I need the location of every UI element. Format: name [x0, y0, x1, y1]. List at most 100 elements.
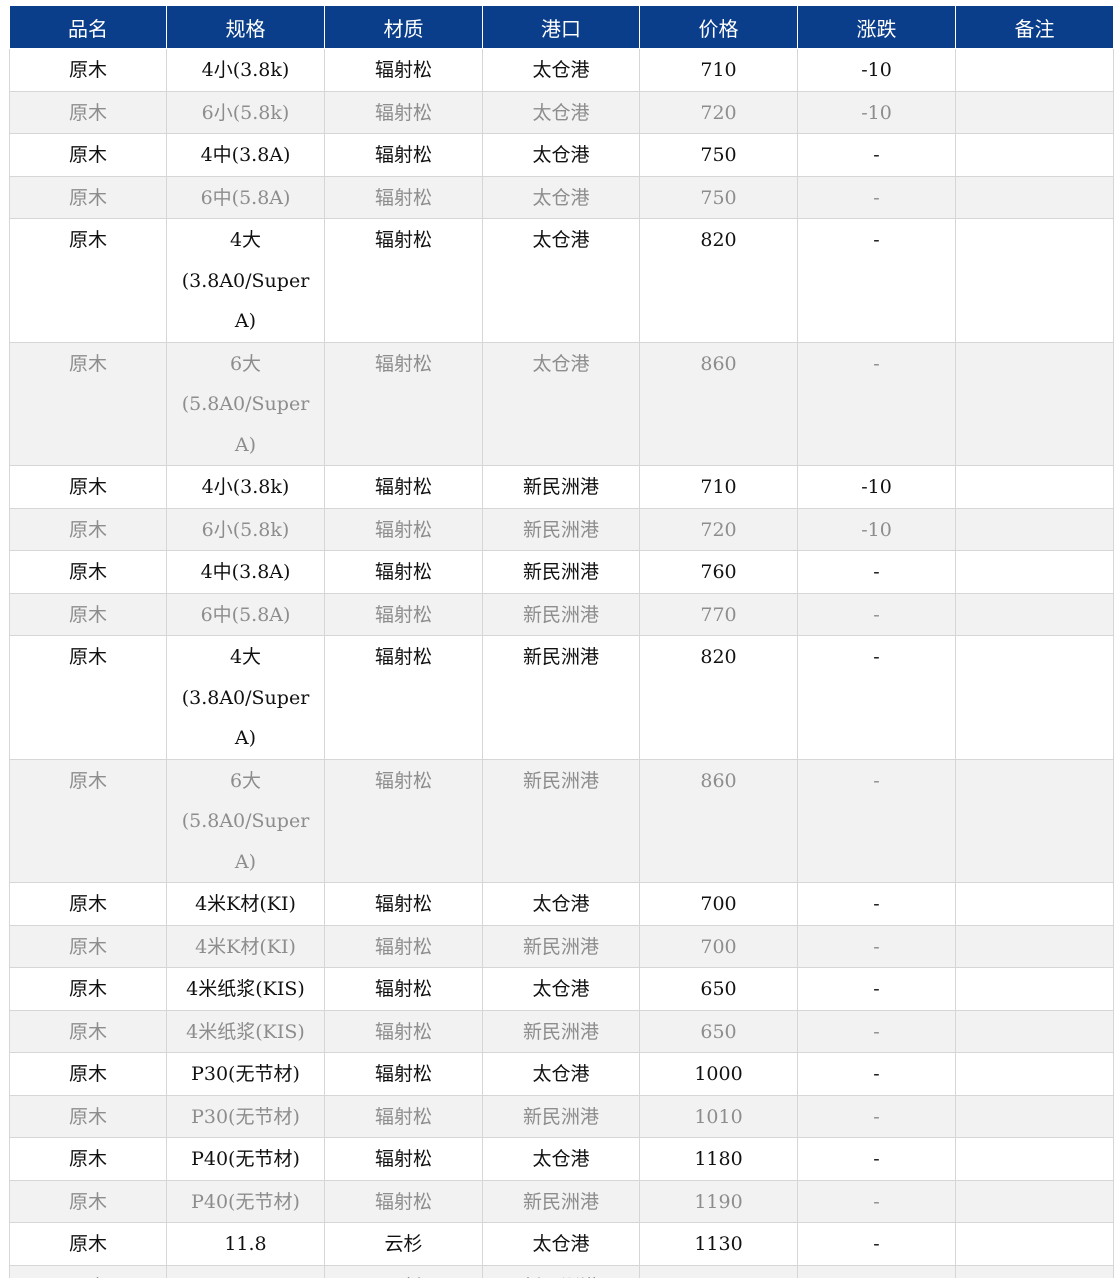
- cell-note: [955, 1009, 1114, 1053]
- cell-change: -: [797, 175, 956, 219]
- cell-port: 太仓港: [482, 218, 640, 343]
- cell-spec: 6大 (5.8A0/Super A): [166, 758, 325, 883]
- cell-note: [955, 1052, 1114, 1096]
- cell-port: 新民洲港: [482, 465, 640, 509]
- cell-spec: 4小(3.8k): [166, 48, 325, 92]
- cell-name: 原木: [9, 924, 167, 968]
- cell-port: 新民洲港: [482, 550, 640, 594]
- cell-material: 辐射松: [324, 48, 483, 92]
- cell-spec: 4中(3.8A): [166, 550, 325, 594]
- table-row: 原木 4小(3.8k) 辐射松 太仓港 710 -10: [9, 48, 1114, 92]
- cell-name: 原木: [9, 218, 167, 343]
- cell-change: -: [797, 1137, 956, 1181]
- table-row: 原木 6大 (5.8A0/Super A) 辐射松 太仓港 860-: [9, 341, 1114, 466]
- cell-name: 原木: [9, 1264, 167, 1278]
- header-cell-change: 涨跌: [797, 5, 956, 49]
- header-cell-material: 材质: [324, 5, 483, 49]
- cell-change: -: [797, 1264, 956, 1278]
- table-row: 原木 11.8 云杉 太仓港 1130-: [9, 1222, 1114, 1266]
- cell-price: 710: [639, 48, 798, 92]
- price-table: 品名 规格 材质 港口 价格 涨跌 备注 原木 4小(3.8k) 辐射松 太仓港 710…: [9, 5, 1114, 1278]
- spec-line: 6大: [229, 352, 262, 375]
- cell-note: [955, 1264, 1114, 1278]
- cell-change: -: [797, 1179, 956, 1223]
- cell-name: 原木: [9, 758, 167, 883]
- cell-name: 原木: [9, 882, 167, 926]
- spec-line: 4大: [229, 229, 262, 251]
- spec-line: 11.8: [173, 1267, 318, 1278]
- cell-name: 原木: [9, 1052, 167, 1096]
- cell-price: 860: [639, 341, 798, 466]
- spec-line: 4米纸浆(KIS): [186, 1020, 305, 1043]
- spec-line: 6小(5.8k): [201, 101, 290, 124]
- table-row: 原木 11.8 云杉新民洲港1130-: [9, 1264, 1114, 1278]
- cell-note: [955, 218, 1114, 343]
- header-row: 品名 规格 材质 港口 价格 涨跌 备注: [9, 5, 1114, 49]
- cell-name: 原木: [9, 175, 167, 219]
- cell-material: 辐射松: [324, 175, 483, 219]
- table-row: 原木 6小(5.8k) 辐射松 太仓港 720 -10: [9, 90, 1114, 134]
- table-body: 原木 4小(3.8k) 辐射松 太仓港 710 -10 原木 6小(5.8k) 辐射松 太仓港 72…: [9, 48, 1114, 1278]
- cell-port: 太仓港: [482, 1052, 640, 1096]
- cell-name: 原木: [9, 48, 167, 92]
- cell-change: -: [797, 635, 956, 760]
- cell-port: 新民洲港: [482, 592, 640, 636]
- cell-change: -: [797, 592, 956, 636]
- cell-note: [955, 48, 1114, 92]
- cell-material: 辐射松: [324, 1137, 483, 1181]
- cell-note: [955, 90, 1114, 134]
- table-row: 原木 P40(无节材) 辐射松 太仓港 1180-: [9, 1137, 1114, 1181]
- cell-note: [955, 550, 1114, 594]
- cell-port: 新民洲港: [482, 635, 640, 760]
- cell-port: 太仓港: [482, 1137, 640, 1181]
- cell-port: 太仓港: [482, 133, 640, 177]
- cell-price: 700: [639, 882, 798, 926]
- spec-line: 6中(5.8A): [200, 603, 291, 626]
- cell-spec: 11.8: [166, 1222, 325, 1266]
- spec-line: 6中(5.8A): [200, 186, 291, 209]
- table-row: 原木 4中(3.8A) 辐射松 新民洲港 760-: [9, 550, 1114, 594]
- cell-change: -: [797, 1009, 956, 1053]
- spec-line: 4中(3.8A): [200, 561, 291, 583]
- header-cell-price: 价格: [639, 5, 798, 49]
- cell-material: 辐射松: [324, 465, 483, 509]
- spec-line: 11.8: [224, 1233, 267, 1255]
- cell-spec: 6中(5.8A): [166, 592, 325, 636]
- table-row: 原木 4大 (3.8A0/Super A) 辐射松 新民洲港 820-: [9, 635, 1114, 760]
- cell-price: 820: [639, 218, 798, 343]
- cell-note: [955, 882, 1114, 926]
- cell-material: 辐射松: [324, 550, 483, 594]
- cell-spec: 6中(5.8A): [166, 175, 325, 219]
- cell-material: 辐射松: [324, 758, 483, 883]
- spec-line: P40(无节材): [191, 1148, 300, 1170]
- table-row: 原木 4米纸浆(KIS) 辐射松 太仓港 650-: [9, 967, 1114, 1011]
- table-row: 原木 4大 (3.8A0/Super A) 辐射松 太仓港 820-: [9, 218, 1114, 343]
- cell-change: -: [797, 1052, 956, 1096]
- cell-name: 原木: [9, 507, 167, 551]
- cell-name: 原木: [9, 90, 167, 134]
- cell-material: 云杉: [324, 1264, 483, 1278]
- cell-spec: P40(无节材): [166, 1137, 325, 1181]
- header-cell-spec: 规格: [166, 5, 325, 49]
- spec-line: (3.8A0/Super: [181, 686, 310, 709]
- spec-line: A): [234, 727, 257, 749]
- cell-spec: 4米K材(KI): [166, 924, 325, 968]
- cell-material: 辐射松: [324, 592, 483, 636]
- cell-price: 1000: [639, 1052, 798, 1096]
- cell-price: 770: [639, 592, 798, 636]
- cell-name: 原木: [9, 1009, 167, 1053]
- cell-port: 新民洲港: [482, 924, 640, 968]
- cell-spec: P30(无节材): [166, 1094, 325, 1138]
- table-row: 原木 6小(5.8k) 辐射松 新民洲港 720 -10: [9, 507, 1114, 551]
- cell-note: [955, 341, 1114, 466]
- cell-spec: 4大 (3.8A0/Super A): [166, 218, 325, 343]
- cell-material: 辐射松: [324, 133, 483, 177]
- cell-change: -: [797, 341, 956, 466]
- cell-spec: P30(无节材): [166, 1052, 325, 1096]
- cell-material: 辐射松: [324, 924, 483, 968]
- cell-spec: 6小(5.8k): [166, 507, 325, 551]
- cell-change: -10: [797, 48, 956, 92]
- spec-line: 4米纸浆(KIS): [186, 978, 305, 1000]
- cell-price: 750: [639, 133, 798, 177]
- cell-spec: 4中(3.8A): [166, 133, 325, 177]
